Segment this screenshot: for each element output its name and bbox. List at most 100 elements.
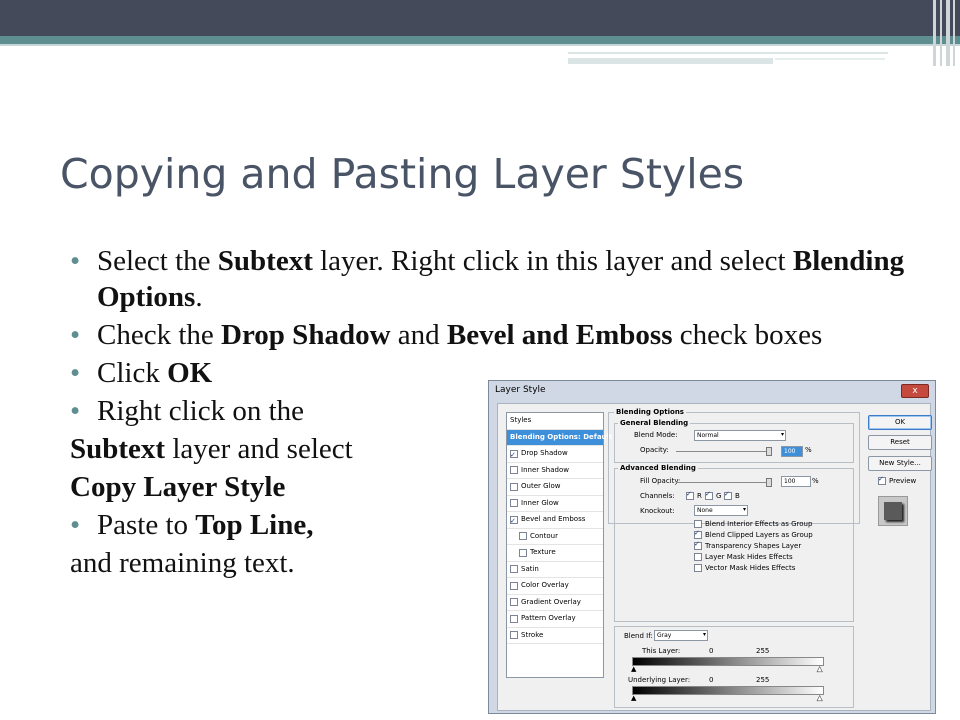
this-layer-min: 0 — [709, 647, 714, 655]
opacity-input[interactable]: 100 — [781, 446, 803, 457]
blend-if-select[interactable]: Gray — [654, 630, 708, 641]
advanced-blending-label: Advanced Blending — [618, 464, 698, 472]
channel-r-checkbox[interactable]: R — [686, 490, 702, 500]
accent-stripe — [0, 36, 960, 44]
this-layer-max: 255 — [756, 647, 770, 655]
advanced-option-label: Blend Clipped Layers as Group — [705, 531, 813, 539]
dialog-content: Styles Blending Options: Default Drop Sha… — [497, 403, 932, 711]
style-item[interactable]: Gradient Overlay — [507, 595, 603, 611]
channel-g-checkbox[interactable]: G — [705, 490, 721, 500]
advanced-option-label: Blend Interior Effects as Group — [705, 520, 813, 528]
preview-checkbox[interactable]: Preview — [878, 475, 916, 485]
opacity-slider-thumb[interactable] — [766, 447, 772, 456]
styles-list: Styles Blending Options: Default Drop Sha… — [506, 412, 612, 678]
knockout-select[interactable]: None — [694, 505, 748, 516]
blend-mode-select[interactable]: Normal — [694, 430, 786, 441]
style-item[interactable]: Satin — [507, 562, 603, 578]
underlying-layer-gradient — [632, 686, 824, 695]
style-item[interactable]: Color Overlay — [507, 578, 603, 595]
underlying-layer-min: 0 — [709, 676, 714, 684]
advanced-option-label: Vector Mask Hides Effects — [705, 564, 796, 572]
close-button[interactable]: x — [901, 384, 929, 398]
advanced-option-label: Layer Mask Hides Effects — [705, 553, 793, 561]
style-item[interactable]: Inner Shadow — [507, 463, 603, 479]
ok-button[interactable]: OK — [868, 415, 932, 430]
channel-b-checkbox[interactable]: B — [724, 490, 740, 500]
style-item-label: Inner Glow — [521, 498, 559, 507]
preview-swatch — [884, 502, 902, 520]
advanced-option-label: Transparency Shapes Layer — [705, 542, 802, 550]
underlying-layer-max: 255 — [756, 676, 770, 684]
new-style-button[interactable]: New Style... — [868, 456, 932, 471]
style-checkbox[interactable] — [510, 598, 518, 607]
styles-header: Styles — [507, 413, 603, 430]
style-item[interactable]: Blending Options: Default — [507, 429, 612, 446]
style-item-label: Satin — [521, 564, 539, 573]
blend-mode-label: Blend Mode: — [634, 431, 678, 439]
advanced-option-checkbox[interactable]: Blend Interior Effects as Group — [694, 520, 812, 528]
style-checkbox[interactable] — [510, 448, 518, 463]
accent-line — [775, 58, 885, 60]
bullet-item: Select the Subtext layer. Right click in… — [70, 243, 917, 315]
style-item[interactable]: Drop Shadow — [507, 446, 603, 463]
general-blending-group — [614, 423, 854, 463]
style-item-label: Pattern Overlay — [521, 614, 576, 622]
this-layer-label: This Layer: — [642, 647, 681, 655]
fill-opacity-label: Fill Opacity: — [640, 477, 681, 485]
knockout-label: Knockout: — [640, 507, 675, 515]
opacity-slider[interactable] — [676, 451, 770, 452]
style-item-label: Contour — [530, 531, 558, 540]
style-checkbox[interactable] — [510, 631, 518, 640]
style-item[interactable]: Outer Glow — [507, 479, 603, 496]
style-item[interactable]: Bevel and Emboss — [507, 512, 603, 529]
advanced-option-checkbox[interactable]: Blend Clipped Layers as Group — [694, 529, 813, 539]
fill-opacity-slider-thumb[interactable] — [766, 478, 772, 487]
style-item-label: Blending Options: Default — [510, 432, 613, 441]
slider-handle-icon[interactable]: ▲ — [817, 665, 823, 673]
this-layer-gradient — [632, 657, 824, 666]
channels-label: Channels: — [640, 492, 675, 500]
style-preview — [878, 496, 908, 526]
opacity-label: Opacity: — [640, 446, 669, 454]
style-item[interactable]: Pattern Overlay — [507, 611, 603, 628]
advanced-option-checkbox[interactable]: Transparency Shapes Layer — [694, 540, 802, 550]
layer-style-dialog: Layer Style x Styles Blending Options: D… — [488, 380, 936, 714]
slider-handle-icon[interactable]: ▲ — [817, 694, 823, 702]
style-item-label: Drop Shadow — [521, 449, 568, 457]
style-checkbox[interactable] — [510, 565, 518, 574]
fill-opacity-input[interactable]: 100 — [781, 476, 811, 487]
style-checkbox[interactable] — [519, 532, 527, 541]
style-item-label: Texture — [530, 548, 556, 556]
style-item-label: Bevel and Emboss — [521, 515, 586, 523]
slider-handle-icon[interactable]: ▲ — [631, 666, 636, 673]
style-checkbox[interactable] — [510, 499, 518, 508]
accent-vertical-line — [940, 0, 942, 66]
style-checkbox[interactable] — [510, 614, 518, 623]
blending-options-label: Blending Options — [614, 408, 686, 416]
advanced-option-checkbox[interactable]: Vector Mask Hides Effects — [694, 564, 795, 572]
accent-line — [568, 58, 773, 64]
accent-vertical-line — [946, 0, 950, 66]
style-checkbox[interactable] — [510, 514, 518, 529]
dialog-title: Layer Style — [495, 385, 546, 395]
style-item[interactable]: Inner Glow — [507, 496, 603, 512]
slider-handle-icon[interactable]: ▲ — [631, 695, 636, 702]
style-item[interactable]: Contour — [507, 529, 603, 545]
style-item-label: Gradient Overlay — [521, 597, 581, 606]
style-checkbox[interactable] — [510, 466, 518, 475]
reset-button[interactable]: Reset — [868, 435, 932, 450]
percent-label: % — [812, 477, 819, 485]
percent-label: % — [805, 446, 812, 454]
advanced-option-checkbox[interactable]: Layer Mask Hides Effects — [694, 553, 793, 561]
style-checkbox[interactable] — [510, 482, 518, 491]
style-checkbox[interactable] — [510, 581, 518, 590]
accent-stripe-light — [0, 44, 960, 46]
style-item[interactable]: Stroke — [507, 628, 603, 644]
style-item[interactable]: Texture — [507, 545, 603, 562]
general-blending-label: General Blending — [618, 419, 691, 427]
fill-opacity-slider[interactable] — [676, 482, 770, 483]
style-item-label: Outer Glow — [521, 482, 561, 490]
style-item-label: Inner Shadow — [521, 465, 569, 474]
style-checkbox[interactable] — [519, 548, 527, 557]
accent-vertical-line — [933, 0, 936, 66]
